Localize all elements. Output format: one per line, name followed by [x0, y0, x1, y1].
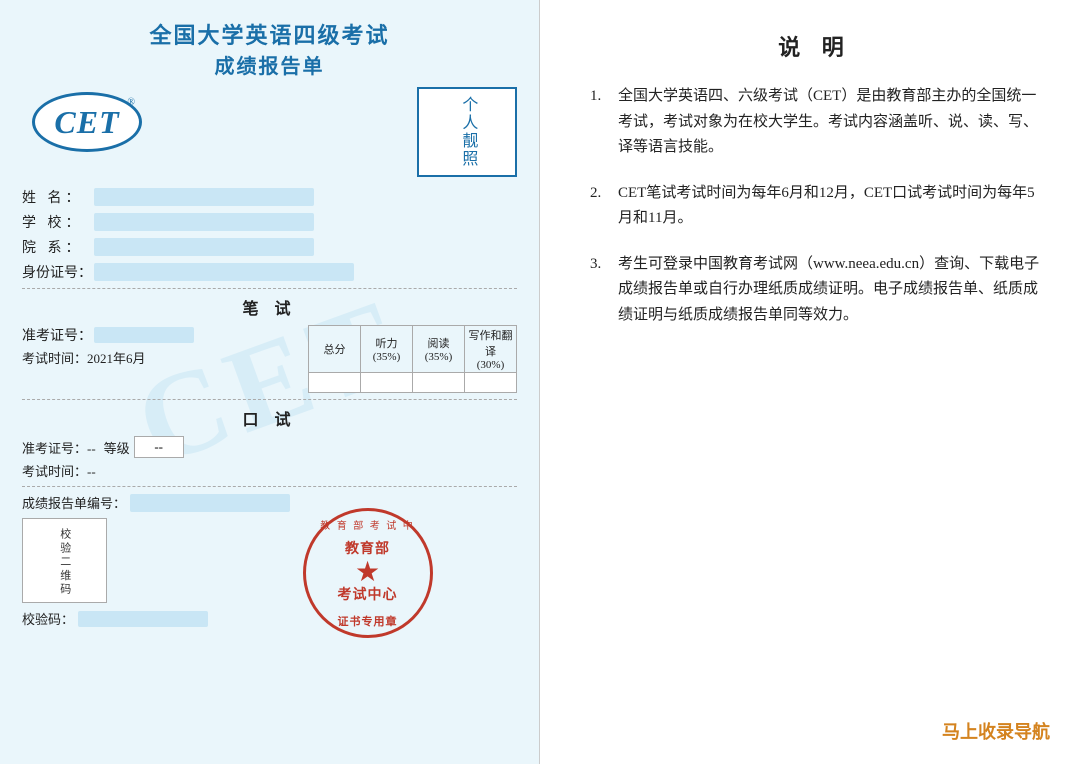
qr-box: 校 验 二 维 码 — [22, 518, 107, 603]
instruction-1-num: 1. — [590, 84, 608, 161]
stamp-main-line2: 考试中心 — [338, 587, 398, 605]
oral-section: 口 试 准考证号：-- 等级 -- 考试时间：-- — [22, 406, 517, 480]
footer-link[interactable]: 马上收录导航 — [942, 718, 1050, 744]
id-label: 身份证号： — [22, 262, 94, 282]
oral-time-row: 考试时间：-- — [22, 461, 517, 480]
name-row: 姓 名： — [22, 187, 517, 207]
left-panel: CET 全国大学英语四级考试 成绩报告单 ® CET 个人靓照 姓 名： — [0, 0, 540, 764]
right-panel: 说 明 1. 全国大学英语四、六级考试（CET）是由教育部主办的全国统一考试，考… — [540, 0, 1080, 764]
stamp-star: ★ — [338, 559, 398, 587]
divider-1 — [22, 288, 517, 289]
department-label: 院 系： — [22, 237, 94, 257]
cet-logo-text: CET — [54, 104, 119, 141]
grade-value: -- — [134, 436, 184, 458]
score-header-listening: 听力(35%) — [361, 326, 413, 373]
photo-label: 个人靓照 — [453, 96, 482, 168]
name-label: 姓 名： — [22, 187, 94, 207]
cet-logo: ® CET — [22, 87, 152, 157]
info-section: 姓 名： 学 校： 院 系： 身份证号： — [22, 187, 517, 282]
score-header-writing: 写作和翻译(30%) — [465, 326, 517, 373]
score-reading — [413, 373, 465, 393]
photo-box: 个人靓照 — [417, 87, 517, 177]
school-label: 学 校： — [22, 212, 94, 232]
school-value — [94, 213, 314, 231]
stamp-curved-top: 教 育 部 考 试 中 — [320, 517, 415, 532]
verify-value — [78, 611, 208, 627]
score-header-reading: 阅读(35%) — [413, 326, 465, 373]
report-num-row: 成绩报告单编号： — [22, 493, 517, 512]
department-value — [94, 238, 314, 256]
written-reg-label: 准考证号： — [22, 325, 92, 345]
name-value — [94, 188, 314, 206]
verify-row: 校验码： — [22, 609, 208, 628]
stamp-curved-bottom: 证书专用章 — [338, 613, 398, 629]
bottom-row: 校 验 二 维 码 校验码： 教 育 部 考 试 中 教育部 ★ 考试中心 证书… — [22, 518, 517, 638]
written-title: 笔 试 — [22, 295, 517, 319]
oral-title: 口 试 — [22, 406, 517, 430]
instruction-3-num: 3. — [590, 252, 608, 329]
score-header-total: 总分 — [309, 326, 361, 373]
stamp-center: 教育部 ★ 考试中心 — [338, 541, 398, 605]
id-row: 身份证号： — [22, 262, 517, 282]
instruction-1: 1. 全国大学英语四、六级考试（CET）是由教育部主办的全国统一考试，考试对象为… — [590, 84, 1040, 161]
instruction-3: 3. 考生可登录中国教育考试网（www.neea.edu.cn）查询、下载电子成… — [590, 252, 1040, 329]
stamp-circle: 教 育 部 考 试 中 教育部 ★ 考试中心 证书专用章 — [303, 508, 433, 638]
oral-grade-box: 等级 -- — [104, 436, 184, 458]
written-reg-value — [94, 327, 194, 343]
instruction-2-num: 2. — [590, 181, 608, 232]
verify-label: 校验码： — [22, 609, 74, 628]
score-total — [309, 373, 361, 393]
instructions-title: 说 明 — [590, 30, 1040, 62]
report-num-label: 成绩报告单编号： — [22, 493, 126, 512]
school-row: 学 校： — [22, 212, 517, 232]
score-table: 总分 听力(35%) 阅读(35%) 写作和翻译(30%) — [308, 325, 517, 393]
qr-label: 校 验 二 维 码 — [52, 524, 77, 598]
written-left: 准考证号： 考试时间：2021年6月 — [22, 325, 300, 367]
department-row: 院 系： — [22, 237, 517, 257]
divider-3 — [22, 486, 517, 487]
oral-reg-label: 准考证号：-- — [22, 438, 96, 457]
divider-2 — [22, 399, 517, 400]
instruction-2: 2. CET笔试考试时间为每年6月和12月，CET口试考试时间为每年5月和11月… — [590, 181, 1040, 232]
report-title: 全国大学英语四级考试 成绩报告单 — [22, 18, 517, 79]
stamp-area: 教 育 部 考 试 中 教育部 ★ 考试中心 证书专用章 — [218, 518, 517, 638]
title-sub: 成绩报告单 — [22, 50, 517, 79]
oral-reg-row: 准考证号：-- 等级 -- — [22, 436, 517, 458]
grade-label: 等级 — [104, 438, 130, 457]
title-main: 全国大学英语四级考试 — [22, 18, 517, 50]
registered-mark: ® — [127, 97, 135, 108]
score-table-area: 总分 听力(35%) 阅读(35%) 写作和翻译(30%) — [308, 325, 517, 393]
instruction-2-text: CET笔试考试时间为每年6月和12月，CET口试考试时间为每年5月和11月。 — [618, 181, 1040, 232]
instruction-3-text: 考生可登录中国教育考试网（www.neea.edu.cn）查询、下载电子成绩报告… — [618, 252, 1040, 329]
written-section: 笔 试 准考证号： 考试时间：2021年6月 总分 听力(35%) — [22, 295, 517, 393]
header-row: ® CET 个人靓照 — [22, 87, 517, 177]
id-value — [94, 263, 354, 281]
score-listening — [361, 373, 413, 393]
oral-time-label: 考试时间：-- — [22, 461, 96, 480]
instruction-1-text: 全国大学英语四、六级考试（CET）是由教育部主办的全国统一考试，考试对象为在校大… — [618, 84, 1040, 161]
written-row: 准考证号： 考试时间：2021年6月 总分 听力(35%) 阅读(35%) 写作… — [22, 325, 517, 393]
score-writing — [465, 373, 517, 393]
written-exam-time: 考试时间：2021年6月 — [22, 348, 300, 367]
qr-area: 校 验 二 维 码 校验码： — [22, 518, 208, 628]
report-num-value — [130, 494, 290, 512]
written-reg-row: 准考证号： — [22, 325, 300, 345]
